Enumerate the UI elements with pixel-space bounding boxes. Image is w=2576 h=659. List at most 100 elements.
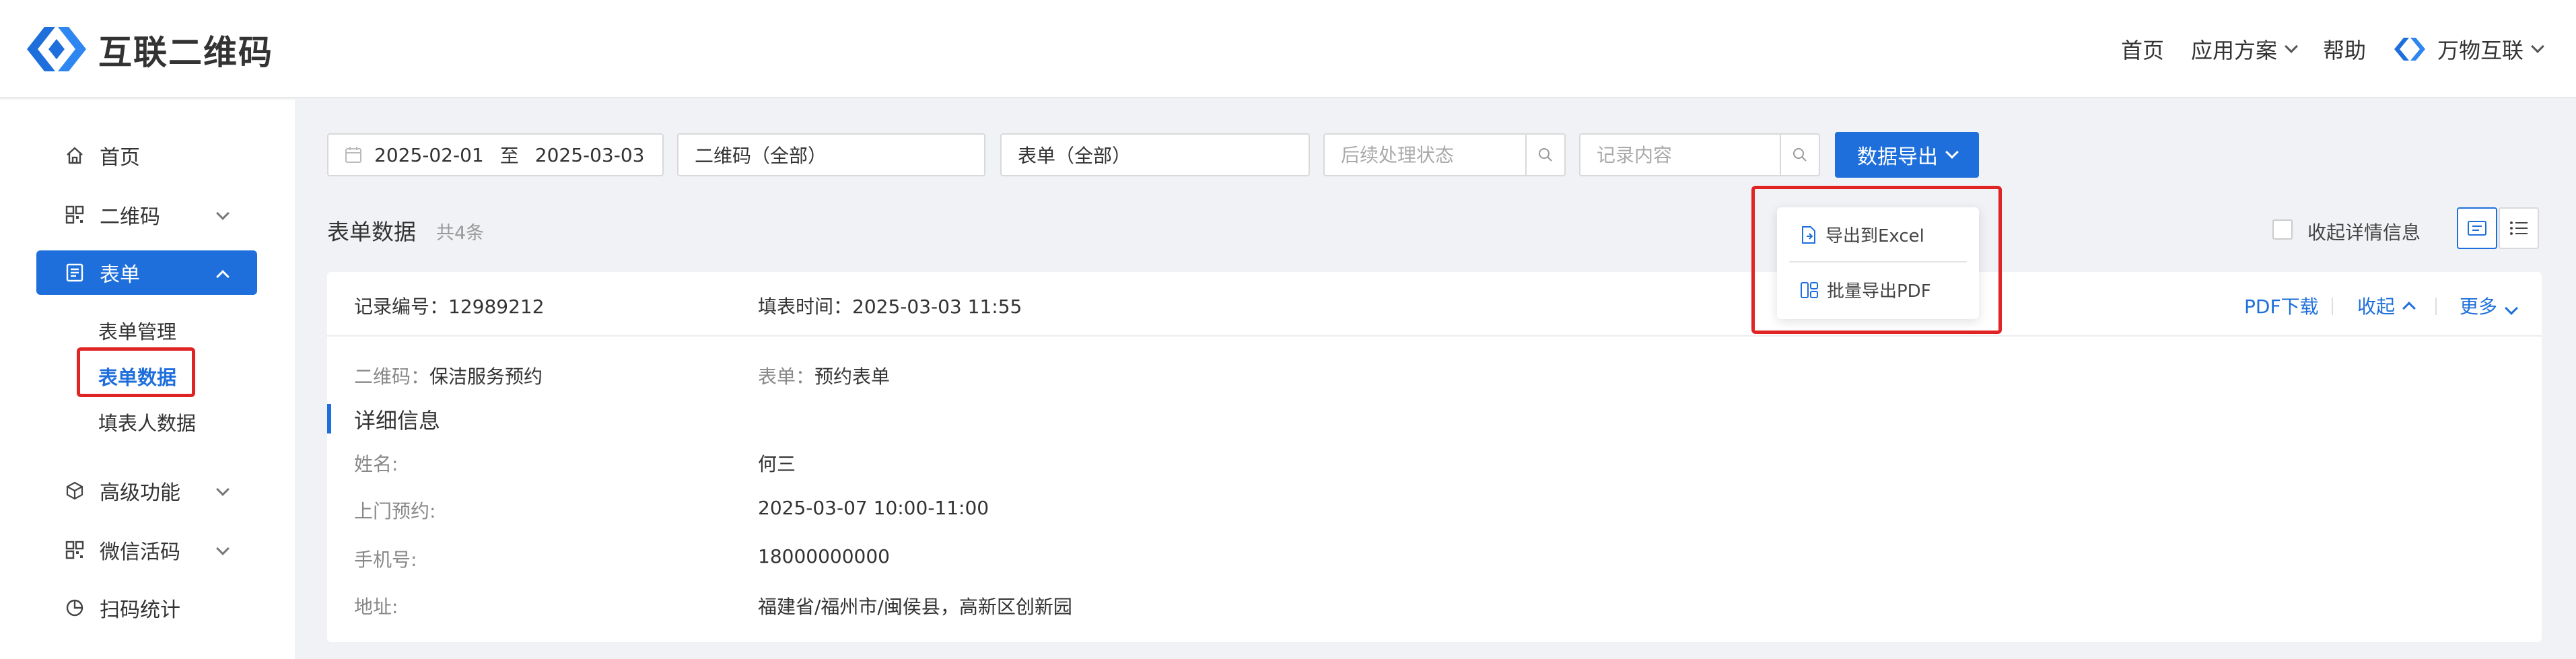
record-id-label: 记录编号：: [354, 296, 449, 318]
date-separator: 至: [499, 145, 519, 167]
batch-export-icon: [1801, 281, 1818, 298]
content-search-input[interactable]: [1597, 143, 1778, 166]
collapse-link[interactable]: 收起: [2357, 292, 2416, 319]
pdf-download-link[interactable]: PDF下载: [2244, 292, 2319, 319]
detail-title: 详细信息: [354, 408, 441, 433]
home-icon: [67, 147, 83, 164]
sidebar: 首页 二维码 表单 表单管理 表单数据 填表人数据 高级功能 微信活码 扫码统计: [0, 100, 295, 659]
form-select[interactable]: 表单（全部）: [1000, 133, 1310, 176]
field-label: 地址:: [354, 596, 398, 618]
top-bar: 互联二维码 首页 应用方案 帮助 万物互联: [0, 0, 2576, 98]
collapse-label: 收起: [2357, 296, 2396, 318]
date-range-picker[interactable]: 2025-02-01 至 2025-03-03: [327, 133, 664, 176]
sidebar-item-label: 微信活码: [100, 541, 180, 564]
logo-icon: [27, 27, 86, 71]
record-time-value: 2025-03-03 11:55: [852, 296, 1022, 318]
form-value: 预约表单: [814, 366, 891, 388]
section-title: 表单数据: [327, 219, 416, 245]
chevron-down-icon: [2531, 40, 2544, 53]
card-view-button[interactable]: [2457, 207, 2497, 249]
divider: [2435, 298, 2437, 315]
more-label: 更多: [2460, 296, 2498, 318]
sidebar-item-label: 首页: [100, 146, 140, 170]
sidebar-item-label: 高级功能: [100, 481, 180, 505]
data-export-button[interactable]: 数据导出: [1835, 132, 1979, 178]
sidebar-subitem-filler-data[interactable]: 填表人数据: [98, 408, 196, 436]
record-id-value: 12989212: [448, 296, 545, 318]
qrcode-value: 保洁服务预约: [429, 366, 543, 388]
sidebar-item-form[interactable]: 表单: [36, 250, 257, 295]
record-count: 共4条: [436, 223, 485, 244]
field-value: 18000000000: [758, 545, 890, 567]
export-pdf-label: 批量导出PDF: [1827, 281, 1931, 302]
form-select-value: 表单（全部）: [1018, 145, 1132, 167]
record-qrcode: 二维码：保洁服务预约: [354, 362, 543, 389]
qrcode-label: 二维码：: [354, 366, 430, 388]
status-search: [1323, 133, 1566, 176]
list-view-button[interactable]: [2499, 207, 2539, 249]
chevron-down-icon: [216, 542, 230, 555]
data-export-label: 数据导出: [1857, 145, 1938, 169]
status-search-input[interactable]: [1341, 143, 1524, 166]
export-excel-label: 导出到Excel: [1825, 226, 1924, 246]
chevron-down-icon: [1945, 145, 1959, 159]
nav-home-label: 首页: [2120, 38, 2164, 63]
file-export-icon: [1802, 226, 1815, 244]
search-icon: [1793, 148, 1807, 162]
sidebar-item-label: 二维码: [100, 205, 160, 229]
detail-accent-bar: [327, 404, 331, 433]
more-link[interactable]: 更多: [2460, 292, 2518, 319]
field-label: 姓名:: [354, 453, 398, 475]
pie-chart-icon: [66, 599, 83, 617]
chevron-up-icon: [2402, 302, 2416, 315]
qrcode-select-value: 二维码（全部）: [695, 145, 827, 167]
company-name: 万物互联: [2437, 38, 2523, 63]
nav-solutions[interactable]: 应用方案: [2190, 34, 2298, 65]
sidebar-item-label: 表单: [100, 263, 140, 287]
qrcode-select[interactable]: 二维码（全部）: [677, 133, 985, 176]
calendar-icon: [345, 147, 361, 163]
qrcode-icon: [65, 205, 84, 224]
card-view-icon: [2468, 221, 2486, 236]
record-card-header: 记录编号：12989212 填表时间：2025-03-03 11:55 PDF下…: [327, 272, 2542, 337]
nav-solutions-label: 应用方案: [2190, 38, 2277, 63]
record-card: 记录编号：12989212 填表时间：2025-03-03 11:55 PDF下…: [327, 272, 2542, 642]
export-excel-item[interactable]: 导出到Excel: [1800, 222, 1924, 247]
export-pdf-item[interactable]: 批量导出PDF: [1800, 277, 1931, 302]
sidebar-item-home[interactable]: 首页: [36, 133, 257, 178]
sidebar-item-label: 扫码统计: [100, 598, 180, 622]
top-nav: 首页 应用方案 帮助 万物互联: [2094, 34, 2544, 65]
field-label: 上门预约:: [354, 500, 436, 522]
sidebar-item-wechat-code[interactable]: 微信活码: [36, 528, 257, 572]
collapse-details-checkbox[interactable]: [2272, 219, 2293, 240]
sidebar-item-qrcode[interactable]: 二维码: [36, 193, 257, 237]
sidebar-subitem-form-data[interactable]: 表单数据: [98, 362, 176, 390]
status-search-button[interactable]: [1525, 135, 1564, 175]
date-end: 2025-03-03: [534, 143, 645, 166]
sidebar-subitem-form-manage[interactable]: 表单管理: [98, 316, 176, 345]
sidebar-item-advanced[interactable]: 高级功能: [36, 469, 257, 513]
sidebar-item-scan-stats[interactable]: 扫码统计: [36, 586, 257, 630]
collapse-details-label[interactable]: 收起详情信息: [2307, 218, 2421, 245]
export-dropdown-menu: 导出到Excel 批量导出PDF: [1777, 207, 1979, 319]
company-menu[interactable]: 万物互联: [2393, 34, 2544, 65]
chevron-down-icon: [216, 207, 230, 220]
search-icon: [1539, 148, 1552, 162]
date-start: 2025-02-01: [374, 143, 484, 166]
dropdown-divider: [1789, 261, 1967, 263]
chevron-down-icon: [2505, 302, 2518, 315]
chevron-down-icon: [216, 483, 230, 496]
nav-home[interactable]: 首页: [2121, 34, 2164, 65]
record-time-label: 填表时间：: [758, 296, 853, 318]
record-time: 填表时间：2025-03-03 11:55: [758, 292, 1022, 319]
divider: [2332, 298, 2333, 315]
nav-help[interactable]: 帮助: [2323, 34, 2366, 65]
brand-name: 互联二维码: [98, 33, 273, 72]
field-value: 2025-03-07 10:00-11:00: [758, 497, 989, 519]
cube-icon: [66, 481, 83, 500]
record-id: 记录编号：12989212: [354, 292, 545, 319]
field-value: 福建省/福州市/闽侯县，高新区创新园: [758, 596, 1072, 618]
content-search-button[interactable]: [1780, 135, 1819, 175]
form-icon: [66, 263, 83, 282]
chevron-up-icon: [216, 270, 230, 283]
